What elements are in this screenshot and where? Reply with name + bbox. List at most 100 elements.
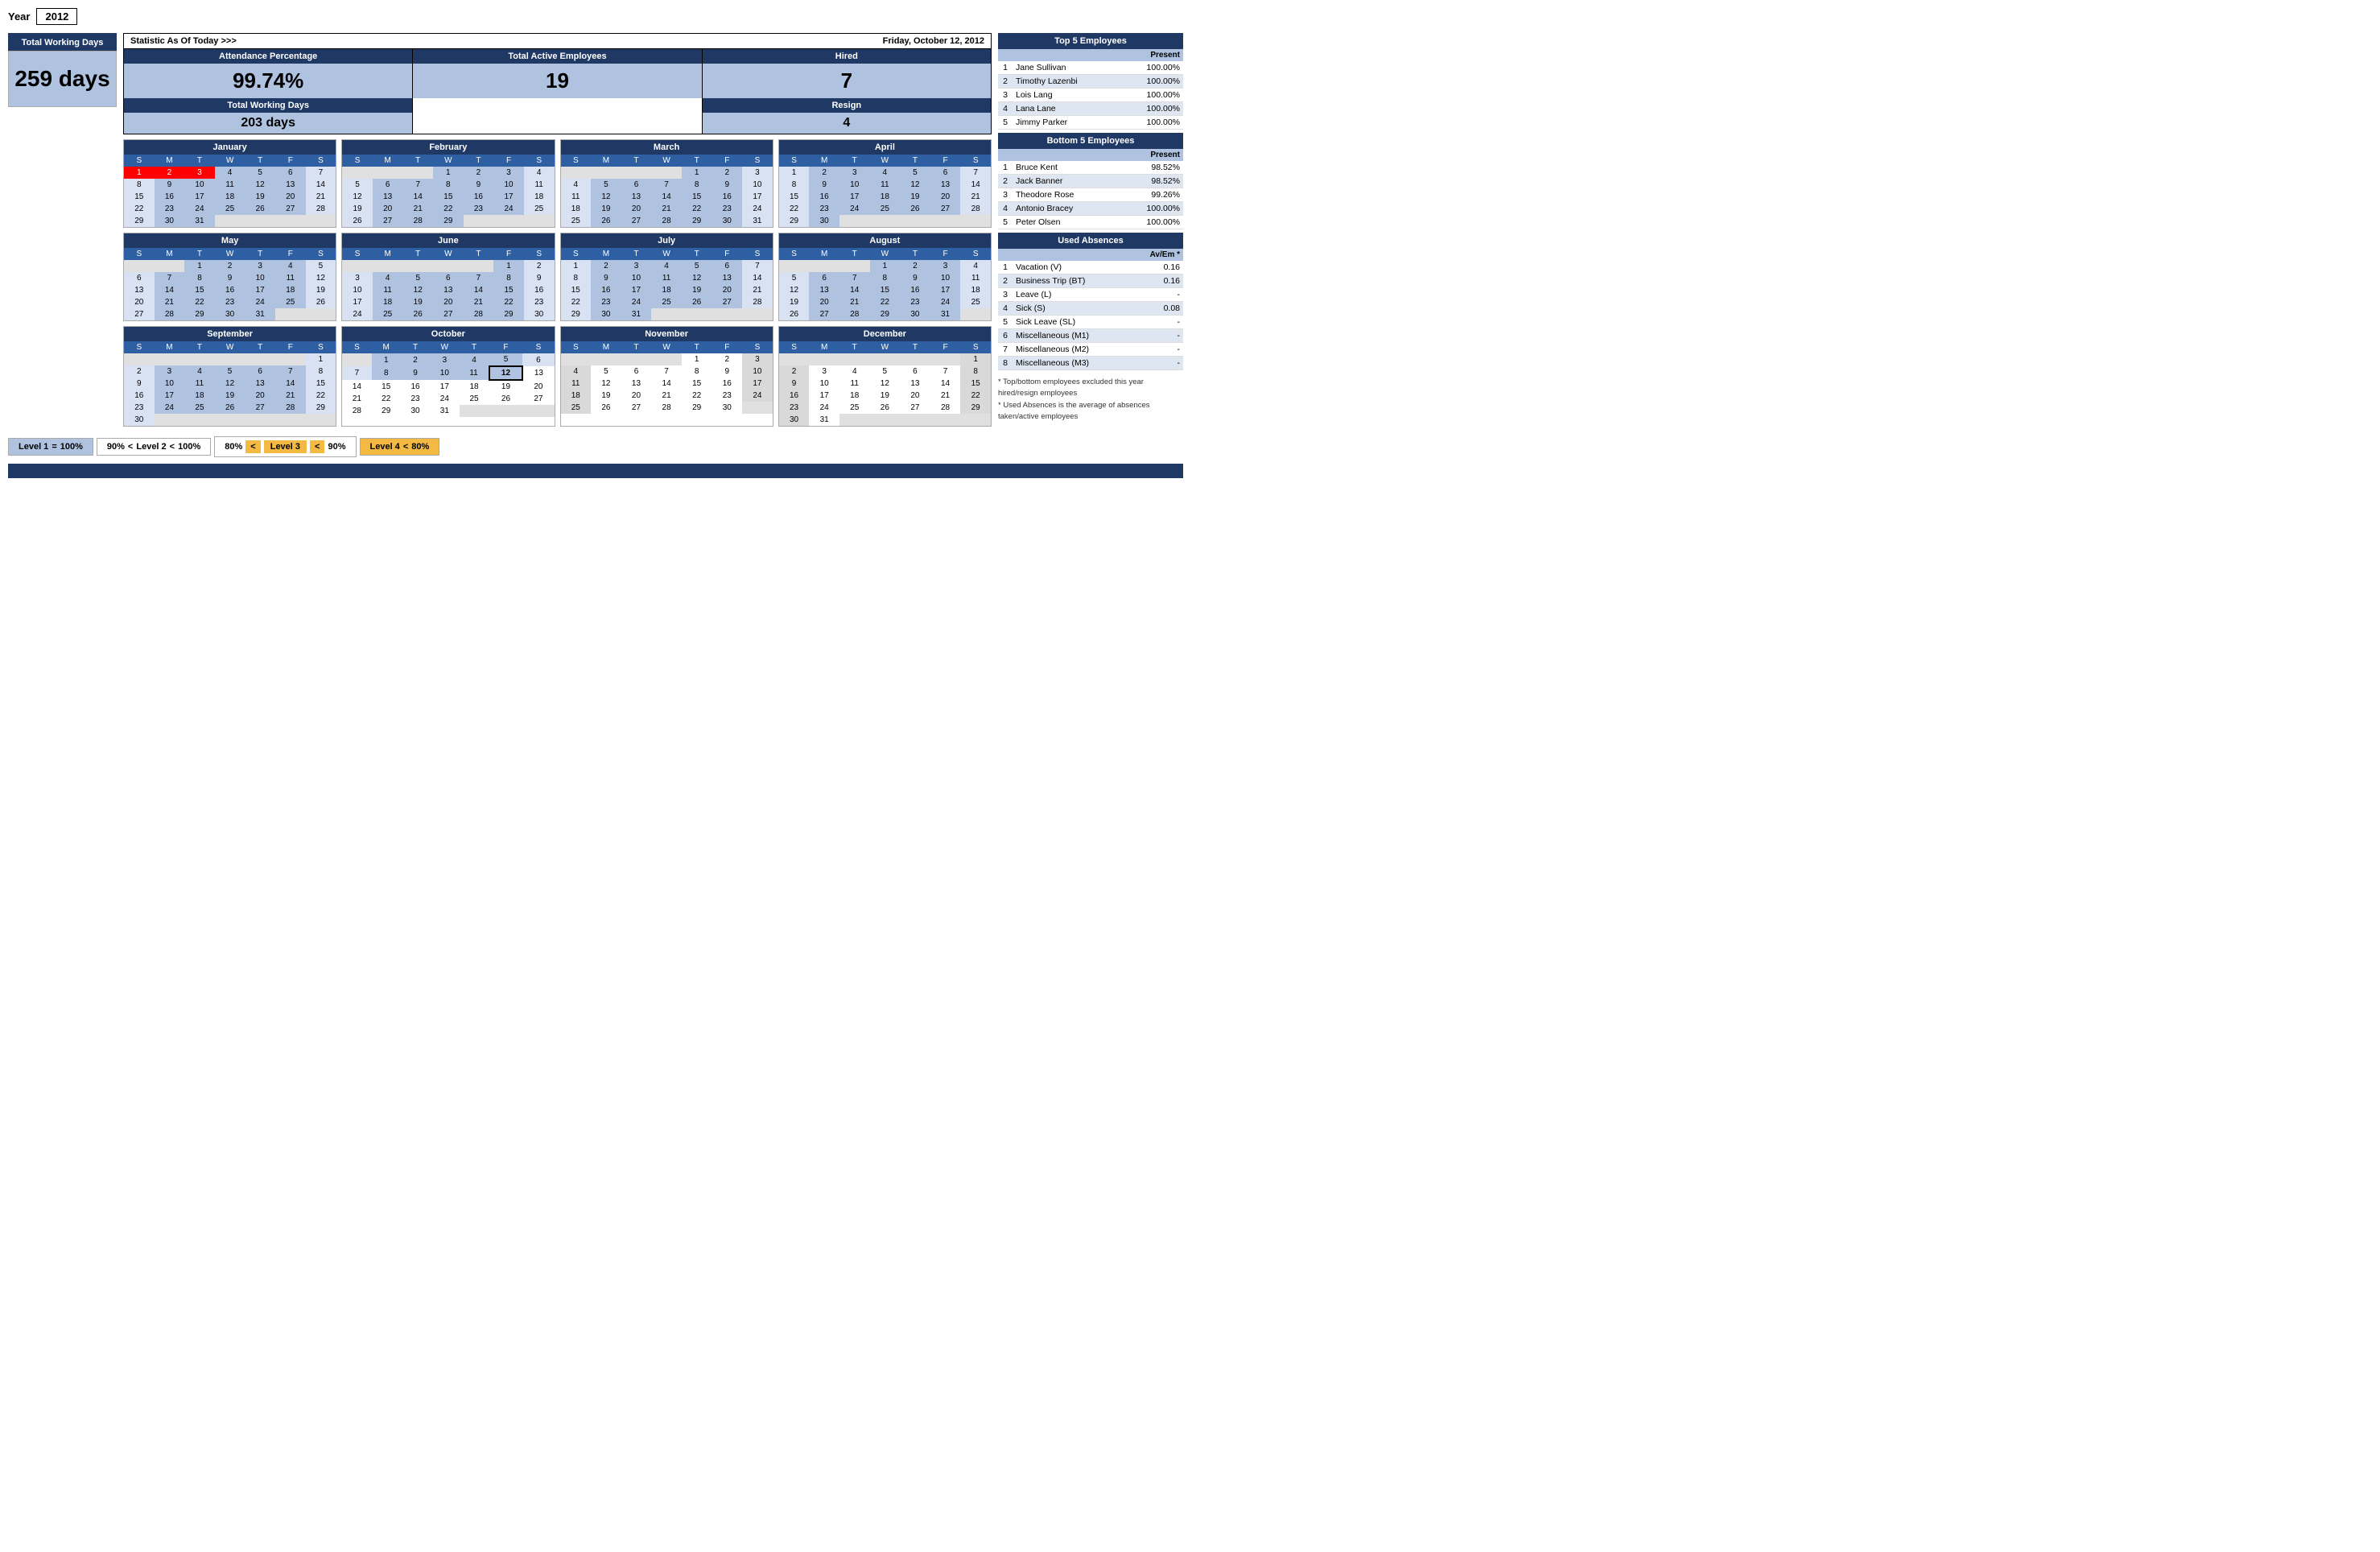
calendar-day-cell[interactable]: 2 <box>900 260 930 272</box>
calendar-day-cell[interactable]: 22 <box>870 296 901 308</box>
calendar-day-cell[interactable] <box>124 260 155 272</box>
calendar-day-cell[interactable]: 16 <box>464 191 494 203</box>
calendar-day-cell[interactable]: 26 <box>591 402 621 414</box>
calendar-day-cell[interactable]: 21 <box>742 284 773 296</box>
calendar-day-cell[interactable]: 6 <box>522 353 554 366</box>
calendar-day-cell[interactable]: 4 <box>870 167 901 179</box>
calendar-day-cell[interactable]: 12 <box>591 191 621 203</box>
calendar-day-cell[interactable] <box>342 353 371 366</box>
calendar-day-cell[interactable] <box>839 353 870 365</box>
calendar-day-cell[interactable]: 29 <box>184 308 215 320</box>
calendar-day-cell[interactable]: 11 <box>524 179 555 191</box>
calendar-day-cell[interactable]: 21 <box>651 203 682 215</box>
calendar-day-cell[interactable]: 21 <box>155 296 185 308</box>
calendar-day-cell[interactable]: 2 <box>464 167 494 179</box>
calendar-day-cell[interactable]: 23 <box>401 393 430 405</box>
calendar-day-cell[interactable]: 22 <box>682 203 712 215</box>
calendar-day-cell[interactable]: 3 <box>809 365 839 378</box>
calendar-day-cell[interactable]: 3 <box>245 260 275 272</box>
calendar-day-cell[interactable]: 28 <box>306 203 336 215</box>
calendar-day-cell[interactable]: 10 <box>809 378 839 390</box>
calendar-day-cell[interactable]: 1 <box>561 260 592 272</box>
calendar-day-cell[interactable]: 11 <box>960 272 991 284</box>
calendar-day-cell[interactable] <box>779 260 810 272</box>
calendar-day-cell[interactable]: 9 <box>809 179 839 191</box>
calendar-day-cell[interactable]: 1 <box>306 353 336 365</box>
calendar-day-cell[interactable]: 16 <box>155 191 185 203</box>
calendar-day-cell[interactable]: 6 <box>900 365 930 378</box>
calendar-day-cell[interactable] <box>930 414 961 426</box>
calendar-day-cell[interactable]: 16 <box>124 390 155 402</box>
calendar-day-cell[interactable]: 24 <box>493 203 524 215</box>
calendar-day-cell[interactable]: 18 <box>870 191 901 203</box>
calendar-day-cell[interactable]: 11 <box>215 179 245 191</box>
calendar-day-cell[interactable]: 25 <box>839 402 870 414</box>
calendar-day-cell[interactable]: 28 <box>155 308 185 320</box>
calendar-day-cell[interactable]: 26 <box>489 393 523 405</box>
calendar-day-cell[interactable]: 20 <box>621 203 652 215</box>
calendar-day-cell[interactable]: 29 <box>960 402 991 414</box>
calendar-day-cell[interactable] <box>900 414 930 426</box>
calendar-day-cell[interactable] <box>712 308 742 320</box>
calendar-day-cell[interactable] <box>651 308 682 320</box>
calendar-day-cell[interactable]: 15 <box>433 191 464 203</box>
calendar-day-cell[interactable]: 10 <box>621 272 652 284</box>
calendar-day-cell[interactable]: 12 <box>489 366 523 380</box>
calendar-day-cell[interactable]: 24 <box>430 393 459 405</box>
calendar-day-cell[interactable]: 9 <box>464 179 494 191</box>
calendar-day-cell[interactable]: 15 <box>493 284 524 296</box>
calendar-day-cell[interactable]: 23 <box>155 203 185 215</box>
calendar-day-cell[interactable]: 4 <box>373 272 403 284</box>
calendar-day-cell[interactable]: 29 <box>682 402 712 414</box>
calendar-day-cell[interactable]: 21 <box>464 296 494 308</box>
calendar-day-cell[interactable]: 1 <box>870 260 901 272</box>
calendar-day-cell[interactable]: 17 <box>430 380 459 393</box>
calendar-day-cell[interactable]: 20 <box>275 191 306 203</box>
calendar-day-cell[interactable]: 6 <box>712 260 742 272</box>
calendar-day-cell[interactable]: 10 <box>155 378 185 390</box>
calendar-day-cell[interactable]: 27 <box>900 402 930 414</box>
calendar-day-cell[interactable]: 1 <box>682 353 712 365</box>
calendar-day-cell[interactable] <box>245 353 275 365</box>
calendar-day-cell[interactable]: 12 <box>215 378 245 390</box>
calendar-day-cell[interactable]: 15 <box>184 284 215 296</box>
calendar-day-cell[interactable]: 18 <box>561 390 592 402</box>
calendar-day-cell[interactable]: 19 <box>900 191 930 203</box>
calendar-day-cell[interactable]: 19 <box>591 390 621 402</box>
calendar-day-cell[interactable]: 22 <box>561 296 592 308</box>
calendar-day-cell[interactable]: 19 <box>779 296 810 308</box>
calendar-day-cell[interactable]: 13 <box>522 366 554 380</box>
calendar-day-cell[interactable]: 29 <box>372 405 401 417</box>
calendar-day-cell[interactable]: 1 <box>372 353 401 366</box>
calendar-day-cell[interactable] <box>591 167 621 179</box>
calendar-day-cell[interactable]: 4 <box>275 260 306 272</box>
calendar-day-cell[interactable]: 25 <box>561 215 592 227</box>
calendar-day-cell[interactable]: 16 <box>524 284 555 296</box>
calendar-day-cell[interactable]: 28 <box>402 215 433 227</box>
calendar-day-cell[interactable]: 9 <box>215 272 245 284</box>
calendar-day-cell[interactable]: 12 <box>870 378 901 390</box>
calendar-day-cell[interactable]: 15 <box>561 284 592 296</box>
calendar-day-cell[interactable]: 6 <box>373 179 403 191</box>
calendar-day-cell[interactable] <box>522 405 554 417</box>
calendar-day-cell[interactable]: 15 <box>306 378 336 390</box>
calendar-day-cell[interactable]: 5 <box>489 353 523 366</box>
calendar-day-cell[interactable]: 18 <box>275 284 306 296</box>
calendar-day-cell[interactable]: 16 <box>401 380 430 393</box>
calendar-day-cell[interactable]: 18 <box>184 390 215 402</box>
calendar-day-cell[interactable] <box>870 414 901 426</box>
calendar-day-cell[interactable]: 31 <box>430 405 459 417</box>
calendar-day-cell[interactable]: 7 <box>742 260 773 272</box>
calendar-day-cell[interactable]: 18 <box>460 380 489 393</box>
calendar-day-cell[interactable] <box>155 414 185 426</box>
calendar-day-cell[interactable]: 30 <box>712 402 742 414</box>
calendar-day-cell[interactable]: 12 <box>779 284 810 296</box>
calendar-day-cell[interactable] <box>275 308 306 320</box>
calendar-day-cell[interactable]: 14 <box>651 191 682 203</box>
calendar-day-cell[interactable]: 10 <box>930 272 961 284</box>
calendar-day-cell[interactable]: 11 <box>373 284 403 296</box>
calendar-day-cell[interactable]: 27 <box>433 308 464 320</box>
calendar-day-cell[interactable]: 3 <box>430 353 459 366</box>
calendar-day-cell[interactable]: 22 <box>960 390 991 402</box>
calendar-day-cell[interactable]: 6 <box>621 179 652 191</box>
